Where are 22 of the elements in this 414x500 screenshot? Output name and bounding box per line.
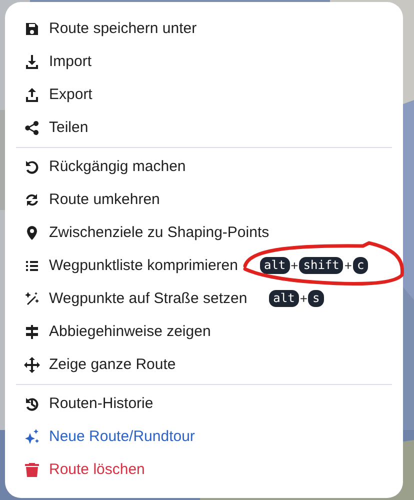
menu-item[interactable]: Route löschen bbox=[5, 453, 403, 486]
keyboard-key: shift bbox=[299, 257, 344, 274]
menu-item[interactable]: Wegpunkte auf Straße setzen alt + s bbox=[5, 282, 403, 315]
menu-item[interactable]: Teilen bbox=[5, 111, 403, 144]
plus-sign: + bbox=[298, 291, 308, 306]
menu-item[interactable]: Rückgängig machen bbox=[5, 150, 403, 183]
keyboard-key: s bbox=[308, 290, 324, 307]
menu-item[interactable]: Export bbox=[5, 78, 403, 111]
keyboard-key: c bbox=[352, 257, 368, 274]
menu-item[interactable]: Zwischenziele zu Shaping-Points bbox=[5, 216, 403, 249]
menu-item[interactable]: Import bbox=[5, 45, 403, 78]
keyboard-key: alt bbox=[269, 290, 299, 307]
keyboard-key: alt bbox=[260, 257, 290, 274]
menu-item[interactable]: Routen-Historie bbox=[5, 387, 403, 420]
menu-item[interactable]: Zeige ganze Route bbox=[5, 348, 403, 381]
plus-sign: + bbox=[290, 258, 300, 273]
menu-item[interactable]: Neue Route/Rundtour bbox=[5, 420, 403, 453]
menu-item[interactable]: Wegpunktliste komprimieren alt + shift + c bbox=[5, 249, 403, 282]
menu-item[interactable]: Route umkehren bbox=[5, 183, 403, 216]
menu-item[interactable]: Abbiegehinweise zeigen bbox=[5, 315, 403, 348]
menu-item[interactable]: Route speichern unter bbox=[5, 12, 403, 45]
plus-sign: + bbox=[343, 258, 353, 273]
